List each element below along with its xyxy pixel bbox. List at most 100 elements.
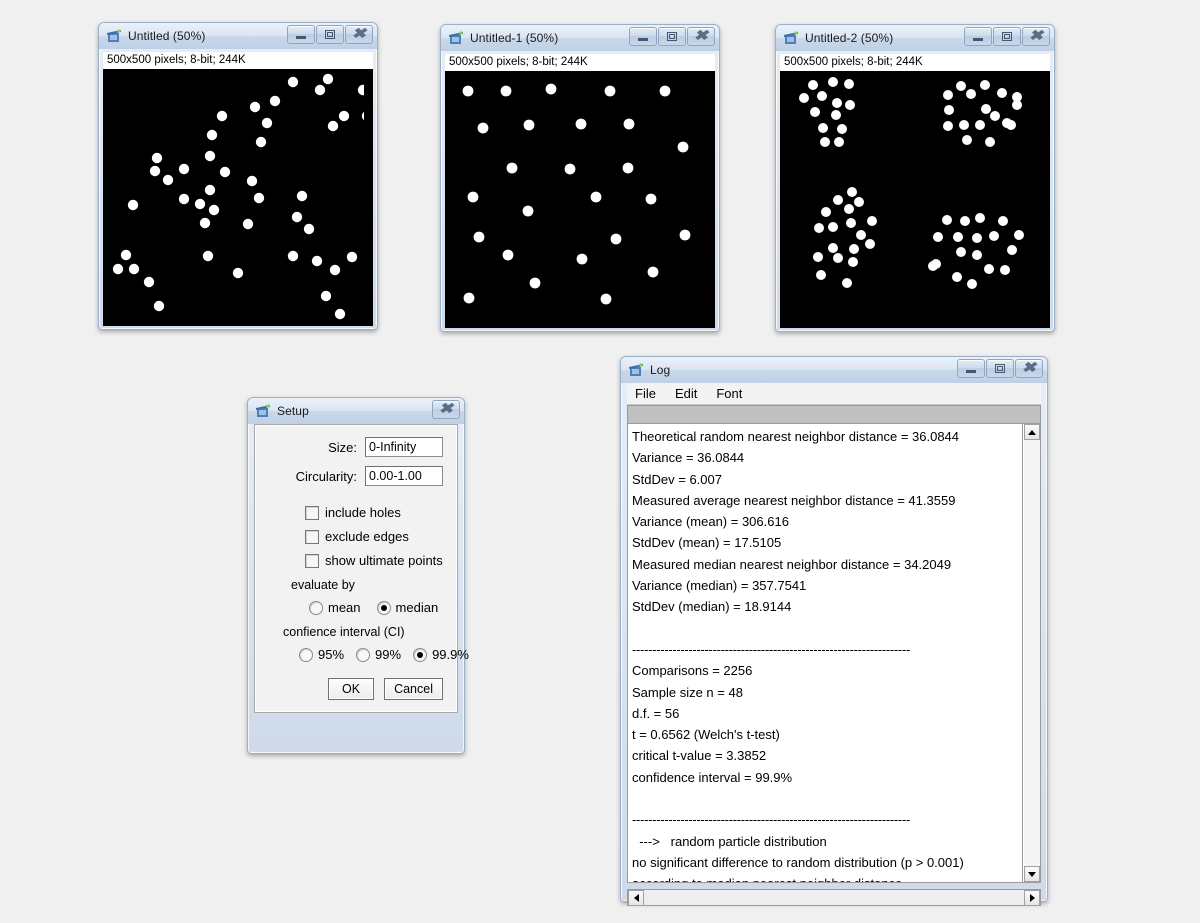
titlebar[interactable]: Log ✖: [621, 357, 1047, 383]
log-line: Measured median nearest neighbor distanc…: [632, 556, 952, 572]
window-buttons[interactable]: ✖: [286, 25, 373, 44]
image-window-untitled[interactable]: Untitled (50%) ✖ 500x500 pixels; 8-bit; …: [98, 22, 378, 330]
titlebar[interactable]: Untitled-2 (50%) ✖: [776, 25, 1054, 51]
confidence-interval-radio-group[interactable]: 95% 99% 99.9%: [299, 647, 469, 662]
window-title: Untitled-2 (50%): [805, 31, 894, 45]
imagej-microscope-icon: [106, 29, 122, 43]
image-canvas[interactable]: [103, 69, 373, 326]
imagej-microscope-icon: [448, 31, 464, 45]
log-header-strip: [628, 406, 1040, 424]
size-label: Size:: [328, 439, 357, 455]
window-buttons[interactable]: ✖: [628, 27, 715, 46]
menu-file[interactable]: File: [635, 386, 656, 401]
log-text-area[interactable]: Theoretical random nearest neighbor dist…: [627, 405, 1041, 883]
radio-dot[interactable]: [376, 600, 391, 615]
checkbox-include-holes[interactable]: include holes: [305, 505, 443, 520]
radio-mean[interactable]: mean: [309, 600, 361, 615]
image-window-untitled-2[interactable]: Untitled-2 (50%) ✖ 500x500 pixels; 8-bit…: [775, 24, 1055, 332]
radio-dot[interactable]: [299, 647, 313, 662]
radio-label: 95%: [318, 647, 345, 662]
scroll-up-button[interactable]: [1024, 424, 1040, 440]
horizontal-scroll-track[interactable]: [644, 890, 1024, 905]
maximize-button[interactable]: [658, 27, 686, 46]
radio-dot[interactable]: [356, 647, 371, 662]
image-info-label: 500x500 pixels; 8-bit; 244K: [445, 54, 715, 71]
log-horizontal-scrollbar[interactable]: [627, 889, 1041, 906]
imagej-microscope-icon: [255, 404, 271, 418]
menu-edit[interactable]: Edit: [675, 386, 697, 401]
particle-canvas-1: [104, 70, 364, 325]
log-line: Theoretical random nearest neighbor dist…: [632, 429, 960, 444]
log-line: Comparisons = 2256: [632, 663, 753, 679]
ok-button[interactable]: OK: [328, 678, 375, 700]
log-line: StdDev = 6.007: [632, 471, 722, 487]
log-line: critical t-value = 3.3852: [632, 748, 767, 764]
log-line: StdDev (median) = 18.9144: [632, 599, 792, 615]
evaluate-by-label: evaluate by: [291, 578, 355, 592]
circularity-input[interactable]: 0.00-1.00: [365, 466, 443, 486]
minimize-button[interactable]: [287, 25, 315, 44]
close-button[interactable]: ✖: [1015, 359, 1043, 378]
image-window-untitled-1[interactable]: Untitled-1 (50%) ✖ 500x500 pixels; 8-bit…: [440, 24, 720, 332]
checkbox-label: include holes: [325, 505, 401, 520]
evaluate-by-radio-group[interactable]: mean median: [309, 600, 443, 615]
close-button[interactable]: ✖: [432, 400, 460, 419]
window-buttons[interactable]: ✖: [956, 359, 1043, 378]
dialog-button-row: OK Cancel: [269, 678, 443, 700]
window-buttons[interactable]: ✖: [963, 27, 1050, 46]
radio-label: mean: [328, 600, 361, 615]
radio-95[interactable]: 95%: [299, 647, 344, 662]
close-button[interactable]: ✖: [1022, 27, 1050, 46]
log-window[interactable]: Log ✖ File Edit Font Theoretical random …: [620, 356, 1048, 906]
checkbox-show-ultimate-points[interactable]: show ultimate points: [305, 553, 443, 568]
maximize-button[interactable]: [316, 25, 344, 44]
maximize-button[interactable]: [986, 359, 1014, 378]
vertical-scroll-track[interactable]: [1024, 440, 1040, 866]
image-info-label: 500x500 pixels; 8-bit; 244K: [780, 54, 1050, 71]
size-input[interactable]: 0-Infinity: [365, 437, 443, 457]
titlebar[interactable]: Setup ✖: [248, 398, 464, 424]
radio-label: 99%: [375, 647, 402, 662]
cancel-button[interactable]: Cancel: [384, 678, 443, 700]
minimize-button[interactable]: [964, 27, 992, 46]
image-window-body: 500x500 pixels; 8-bit; 244K: [441, 51, 719, 334]
log-vertical-scrollbar[interactable]: [1023, 424, 1040, 882]
checkbox-box[interactable]: [305, 505, 319, 520]
minimize-button[interactable]: [629, 27, 657, 46]
close-button[interactable]: ✖: [687, 27, 715, 46]
menu-font[interactable]: Font: [716, 386, 742, 401]
imagej-microscope-icon: [783, 31, 799, 45]
log-content-row: Theoretical random nearest neighbor dist…: [628, 424, 1040, 882]
circularity-label: Circularity:: [295, 468, 357, 484]
titlebar[interactable]: Untitled-1 (50%) ✖: [441, 25, 719, 51]
radio-99[interactable]: 99%: [356, 647, 401, 662]
circularity-field-row: Circularity: 0.00-1.00: [269, 466, 443, 486]
log-line: Variance (median) = 357.7541: [632, 578, 807, 594]
checkbox-exclude-edges[interactable]: exclude edges: [305, 529, 443, 544]
radio-999[interactable]: 99.9%: [413, 647, 469, 662]
radio-median[interactable]: median: [376, 600, 438, 615]
scroll-left-button[interactable]: [628, 890, 644, 906]
log-line: Measured average nearest neighbor distan…: [632, 492, 956, 508]
imagej-microscope-icon: [628, 363, 644, 377]
setup-dialog[interactable]: Setup ✖ Size: 0-Infinity Circularity: 0.…: [247, 397, 469, 754]
scroll-down-button[interactable]: [1024, 866, 1040, 882]
image-canvas[interactable]: [780, 71, 1050, 328]
log-line: Variance (mean) = 306.616: [632, 514, 789, 530]
dialog-title: Setup: [277, 404, 309, 418]
checkbox-box[interactable]: [305, 529, 319, 544]
checkbox-box[interactable]: [305, 553, 319, 568]
close-button[interactable]: ✖: [345, 25, 373, 44]
window-buttons[interactable]: ✖: [431, 400, 460, 419]
minimize-button[interactable]: [957, 359, 985, 378]
log-line: Variance = 36.0844: [632, 450, 745, 466]
titlebar[interactable]: Untitled (50%) ✖: [99, 23, 377, 49]
radio-dot[interactable]: [413, 647, 428, 662]
log-lines-container[interactable]: Theoretical random nearest neighbor dist…: [628, 424, 1023, 882]
scroll-right-button[interactable]: [1024, 890, 1040, 906]
checkbox-label: show ultimate points: [325, 553, 443, 568]
maximize-button[interactable]: [993, 27, 1021, 46]
radio-dot[interactable]: [309, 600, 323, 615]
image-canvas[interactable]: [445, 71, 715, 328]
log-menubar[interactable]: File Edit Font: [627, 383, 1041, 405]
